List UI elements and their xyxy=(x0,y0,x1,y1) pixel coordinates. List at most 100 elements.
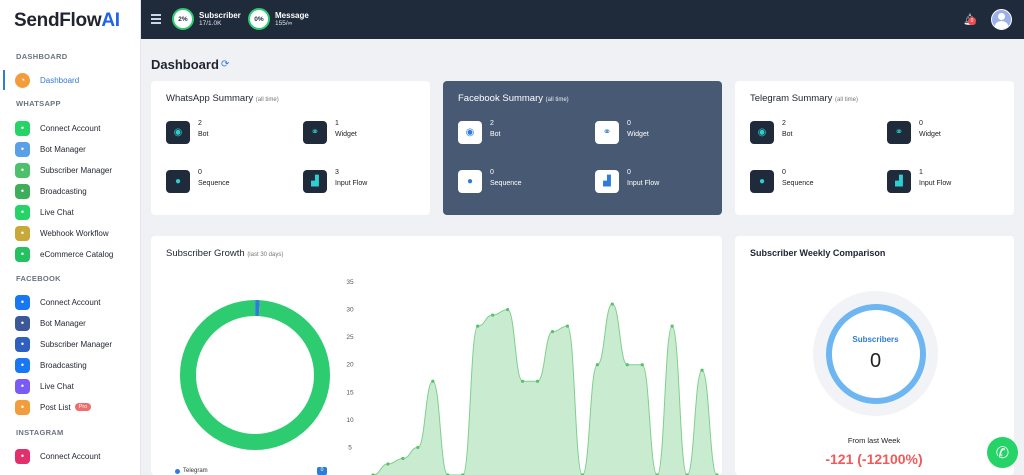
y-tick-label: 10 xyxy=(346,417,354,424)
metric-bot: ◉ 2 Bot xyxy=(750,120,793,144)
sidebar-item-whatsapp-ecommerce-catalog[interactable]: • eCommerce Catalog xyxy=(15,244,139,264)
metric-widget: ⚭ 1 Widget xyxy=(303,120,357,144)
data-point[interactable] xyxy=(640,363,644,367)
section-dashboard: DASHBOARD xyxy=(16,52,68,61)
chart-icon: ▟ xyxy=(595,170,619,193)
legend-telegram[interactable]: Telegram xyxy=(175,468,208,474)
sidebar-item-whatsapp-broadcasting[interactable]: • Broadcasting xyxy=(15,181,139,201)
drop-icon: ● xyxy=(458,170,482,193)
section-instagram: INSTAGRAM xyxy=(16,428,64,437)
whatsapp-chat-button[interactable]: ✆ xyxy=(987,437,1018,468)
data-point[interactable] xyxy=(625,363,629,367)
sidebar-item-facebook-bot-manager[interactable]: • Bot Manager xyxy=(15,313,139,333)
sidebar-item-dashboard[interactable]: ◔ Dashboard xyxy=(15,70,139,90)
data-point[interactable] xyxy=(535,379,540,383)
subscribers-ring: Subscribers 0 xyxy=(813,291,938,416)
sidebar-item-whatsapp-connect-account[interactable]: • Connect Account xyxy=(15,118,139,138)
facebook-icon: • xyxy=(15,294,30,310)
sidebar-item-whatsapp-subscriber-manager[interactable]: • Subscriber Manager xyxy=(15,160,139,180)
sidebar-item-facebook-post-list[interactable]: • Post List Pro xyxy=(15,397,139,417)
robot-icon: ◉ xyxy=(166,121,190,144)
sidebar-item-whatsapp-live-chat[interactable]: • Live Chat xyxy=(15,202,139,222)
y-tick-label: 15 xyxy=(346,389,354,396)
metric-bot: ◉ 2 Bot xyxy=(166,120,209,144)
data-point[interactable] xyxy=(595,363,599,367)
summary-title: Facebook Summary xyxy=(458,93,544,104)
sidebar: SendFlowAI DASHBOARD ◔ Dashboard WHATSAP… xyxy=(0,0,141,475)
y-tick-label: 20 xyxy=(346,362,354,369)
link-icon: ⚭ xyxy=(887,121,911,144)
broadcast-icon: • xyxy=(15,357,30,373)
metric-sequence: ● 0 Sequence xyxy=(458,169,522,193)
gauge-icon: ◔ xyxy=(15,72,30,88)
weekly-title: Subscriber Weekly Comparison xyxy=(750,248,886,258)
ring-label: Subscribers xyxy=(852,334,899,344)
metric-input-flow: ▟ 3 Input Flow xyxy=(303,169,367,193)
page-title: Dashboard xyxy=(151,57,219,72)
data-point[interactable] xyxy=(550,330,555,334)
whatsapp-icon: • xyxy=(15,204,30,220)
data-point[interactable] xyxy=(520,379,525,383)
app-logo[interactable]: SendFlowAI xyxy=(14,10,120,32)
broadcast-icon: • xyxy=(15,183,30,199)
data-point[interactable] xyxy=(386,462,390,466)
data-point[interactable] xyxy=(610,302,614,306)
growth-period: (last 30 days) xyxy=(247,252,284,258)
data-point[interactable] xyxy=(416,445,420,450)
message-progress-ring: 0% xyxy=(248,8,270,30)
robot-icon: • xyxy=(15,315,30,331)
sidebar-item-whatsapp-bot-manager[interactable]: • Bot Manager xyxy=(15,139,139,159)
sidebar-item-instagram-connect-account[interactable]: • Connect Account xyxy=(15,446,139,466)
messenger-icon: • xyxy=(15,378,30,394)
shopping-bag-icon: • xyxy=(15,246,30,262)
data-point[interactable] xyxy=(506,307,510,312)
summary-period: (all time) xyxy=(255,97,279,103)
ring-value: 0 xyxy=(869,349,882,372)
sidebar-item-facebook-connect-account[interactable]: • Connect Account xyxy=(15,292,139,312)
y-tick-label: 35 xyxy=(346,279,354,286)
workflow-icon: • xyxy=(15,225,30,241)
summary-title: WhatsApp Summary xyxy=(166,93,254,104)
y-tick-label: 5 xyxy=(348,444,352,451)
data-point[interactable] xyxy=(670,324,674,328)
subscriber-usage: 2% Subscriber 17/1.0K xyxy=(172,8,241,30)
summary-period: (all time) xyxy=(835,97,859,103)
metric-sequence: ● 0 Sequence xyxy=(166,169,230,193)
data-point[interactable] xyxy=(401,456,405,461)
section-whatsapp: WHATSAPP xyxy=(16,99,61,108)
notification-badge: 0 xyxy=(968,17,976,25)
growth-title: Subscriber Growth xyxy=(166,248,245,259)
section-facebook: FACEBOOK xyxy=(16,274,61,283)
sidebar-item-facebook-live-chat[interactable]: • Live Chat xyxy=(15,376,139,396)
growth-area-chart: 35 30 25 20 15 10 5 xyxy=(346,279,719,475)
data-point[interactable] xyxy=(700,368,704,372)
instagram-icon: • xyxy=(15,448,30,464)
sidebar-item-facebook-subscriber-manager[interactable]: • Subscriber Manager xyxy=(15,334,139,354)
sidebar-item-whatsapp-webhook-workflow[interactable]: • Webhook Workflow xyxy=(15,223,139,243)
refresh-icon[interactable]: ⟳ xyxy=(221,59,229,70)
weekly-delta: -121 (-12100%) xyxy=(825,451,923,467)
subscriber-icon: • xyxy=(15,162,30,178)
robot-icon: ◉ xyxy=(750,121,774,144)
sidebar-item-facebook-broadcasting[interactable]: • Broadcasting xyxy=(15,355,139,375)
metric-widget: ⚭ 0 Widget xyxy=(595,120,649,144)
subscriber-icon: • xyxy=(15,336,30,352)
data-point[interactable] xyxy=(431,379,435,383)
metric-input-flow: ▟ 1 Input Flow xyxy=(887,169,951,193)
weekly-comparison-card: Subscriber Weekly Comparison Subscribers… xyxy=(735,236,1014,475)
avatar[interactable] xyxy=(991,9,1012,30)
data-point[interactable] xyxy=(476,324,480,328)
active-indicator xyxy=(3,70,5,90)
link-icon: ⚭ xyxy=(303,121,327,144)
subscriber-donut-chart xyxy=(176,296,334,459)
summary-title: Telegram Summary xyxy=(750,93,833,104)
data-point[interactable] xyxy=(565,324,570,328)
from-last-week-label: From last Week xyxy=(847,436,901,445)
data-point[interactable] xyxy=(491,313,495,317)
chart-icon: ▟ xyxy=(887,170,911,193)
telegram-summary-card: Telegram Summary (all time) ◉ 2 Bot ⚭ 0 Widget… xyxy=(735,81,1014,215)
menu-toggle-icon[interactable] xyxy=(151,14,161,26)
post-list-icon: • xyxy=(15,399,30,415)
y-tick-label: 30 xyxy=(346,307,354,314)
donut-slice-whatsapp[interactable] xyxy=(180,300,330,450)
